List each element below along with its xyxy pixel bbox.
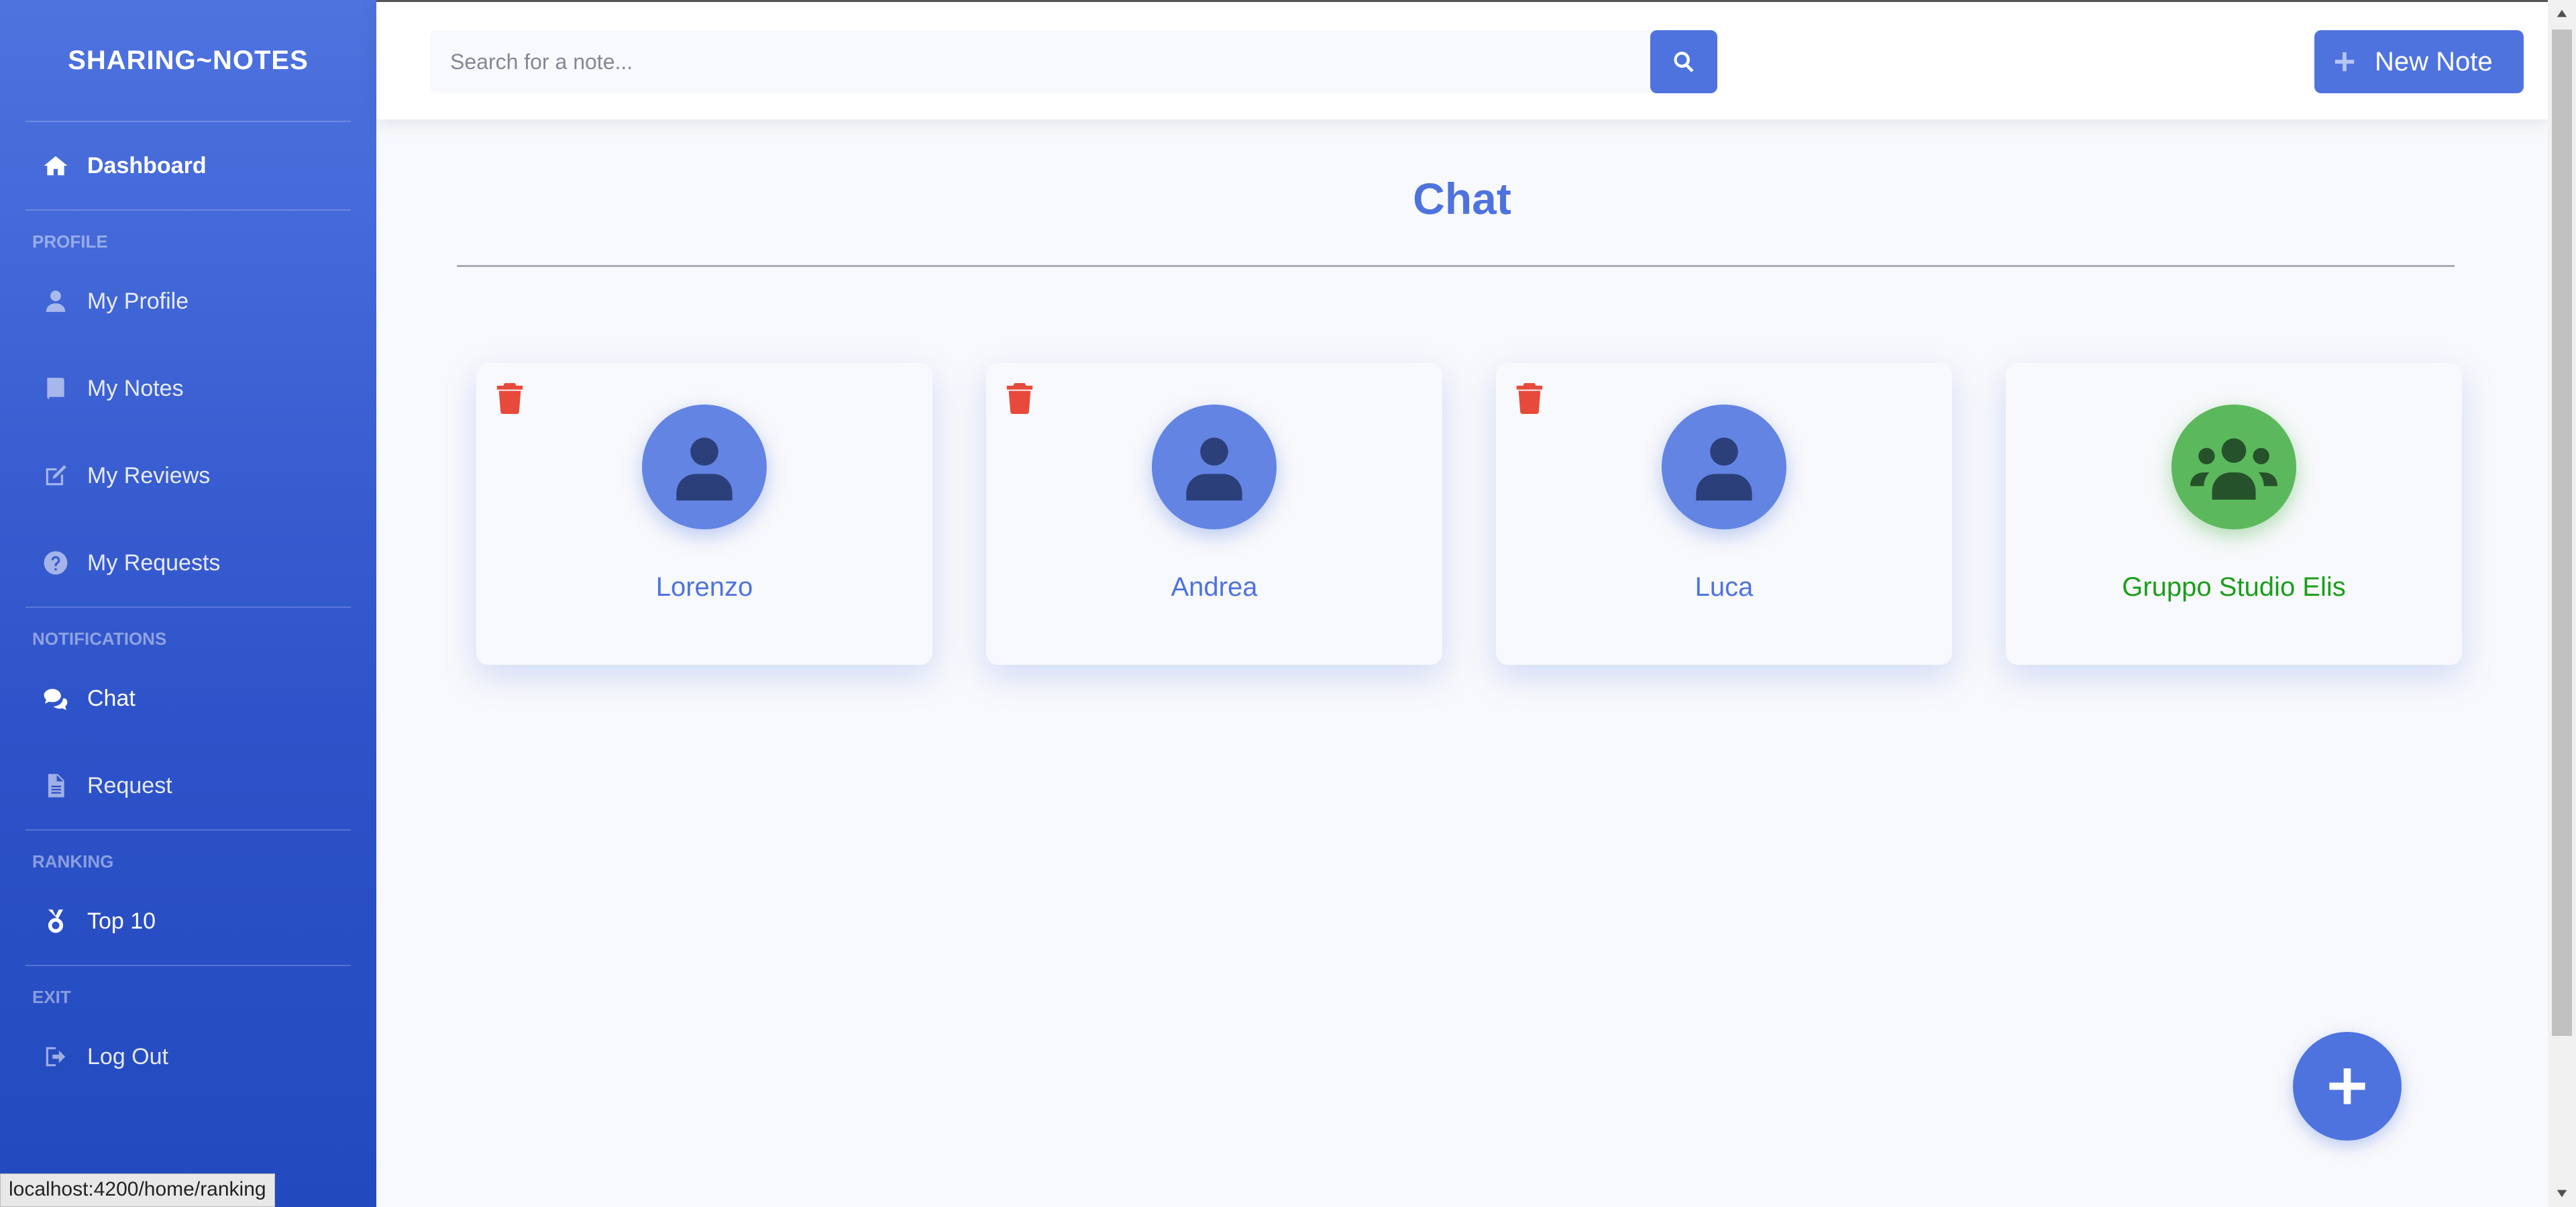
search-input[interactable] — [450, 49, 1691, 74]
topbar: New Note — [376, 0, 2548, 119]
chat-name: Gruppo Studio Elis — [2122, 572, 2346, 602]
section-heading-profile: PROFILE — [32, 231, 108, 252]
sidebar-item-chat[interactable]: Chat — [0, 655, 376, 742]
section-heading-ranking: RANKING — [32, 851, 114, 872]
comments-icon — [40, 683, 71, 714]
user-avatar — [1662, 405, 1786, 529]
trash-icon[interactable] — [1006, 383, 1033, 415]
medal-icon — [40, 906, 71, 937]
search-icon — [1674, 52, 1694, 72]
users-icon — [2190, 438, 2277, 500]
sidebar-item-label: My Notes — [87, 375, 184, 401]
question-circle-icon — [40, 547, 71, 578]
page-title: Chat — [1413, 174, 1511, 223]
chat-card[interactable]: Andrea — [986, 363, 1442, 665]
sign-out-icon — [40, 1041, 71, 1072]
sidebar-item-label: Dashboard — [87, 152, 207, 178]
user-icon — [40, 286, 71, 317]
user-avatar — [1152, 405, 1277, 529]
chat-card[interactable]: Luca — [1496, 363, 1952, 665]
chat-name: Andrea — [1171, 572, 1258, 602]
file-icon — [40, 770, 71, 801]
group-chat-card[interactable]: Gruppo Studio Elis — [2006, 363, 2462, 665]
chat-name: Luca — [1695, 572, 1754, 602]
sidebar-item-label: Top 10 — [87, 908, 156, 934]
plus-icon — [2314, 30, 2375, 93]
sidebar-item-top-10[interactable]: Top 10 — [0, 878, 376, 965]
add-chat-button[interactable] — [2293, 1032, 2402, 1141]
sidebar-item-label: My Reviews — [87, 462, 211, 488]
search-button[interactable] — [1650, 30, 1717, 93]
book-icon — [40, 373, 71, 404]
scroll-up-icon[interactable] — [2548, 0, 2576, 27]
trash-icon[interactable] — [1516, 383, 1543, 415]
sidebar-item-label: My Requests — [87, 549, 221, 576]
plus-icon — [2329, 1068, 2365, 1104]
sidebar-item-my-reviews[interactable]: My Reviews — [0, 432, 376, 519]
scrollbar[interactable] — [2548, 0, 2576, 1207]
user-icon — [1696, 437, 1752, 501]
user-icon — [676, 437, 733, 501]
sidebar-item-my-notes[interactable]: My Notes — [0, 345, 376, 432]
brand-title[interactable]: SHARING~NOTES — [0, 0, 376, 121]
user-avatar — [642, 405, 767, 529]
chat-card[interactable]: Lorenzo — [476, 363, 932, 665]
sidebar: SHARING~NOTES Dashboard PROFILE My Profi… — [0, 0, 376, 1207]
trash-icon[interactable] — [496, 383, 523, 415]
home-icon — [40, 150, 71, 181]
sidebar-item-my-profile[interactable]: My Profile — [0, 258, 376, 345]
section-heading-notifications: NOTIFICATIONS — [32, 629, 167, 649]
sidebar-item-logout[interactable]: Log Out — [0, 1013, 376, 1100]
new-note-button[interactable]: New Note — [2314, 30, 2524, 93]
group-avatar — [2171, 405, 2296, 529]
new-note-label: New Note — [2375, 46, 2493, 76]
main-content: Chat Lorenzo Andrea Luca Gruppo Studio E… — [376, 119, 2548, 1207]
edit-icon — [40, 460, 71, 491]
scroll-down-icon[interactable] — [2548, 1180, 2576, 1207]
status-bar-url: localhost:4200/home/ranking — [0, 1173, 275, 1207]
search-box — [430, 30, 1691, 93]
divider — [457, 265, 2455, 267]
sidebar-item-label: Chat — [87, 685, 136, 711]
section-heading-exit: EXIT — [32, 987, 71, 1007]
sidebar-item-request[interactable]: Request — [0, 742, 376, 829]
sidebar-item-label: Log Out — [87, 1043, 168, 1069]
chat-name: Lorenzo — [655, 572, 753, 602]
sidebar-item-my-requests[interactable]: My Requests — [0, 519, 376, 607]
sidebar-item-label: Request — [87, 772, 172, 798]
user-icon — [1186, 437, 1242, 501]
sidebar-item-dashboard[interactable]: Dashboard — [0, 122, 376, 209]
sidebar-item-label: My Profile — [87, 288, 189, 314]
scrollbar-thumb[interactable] — [2552, 30, 2572, 1036]
